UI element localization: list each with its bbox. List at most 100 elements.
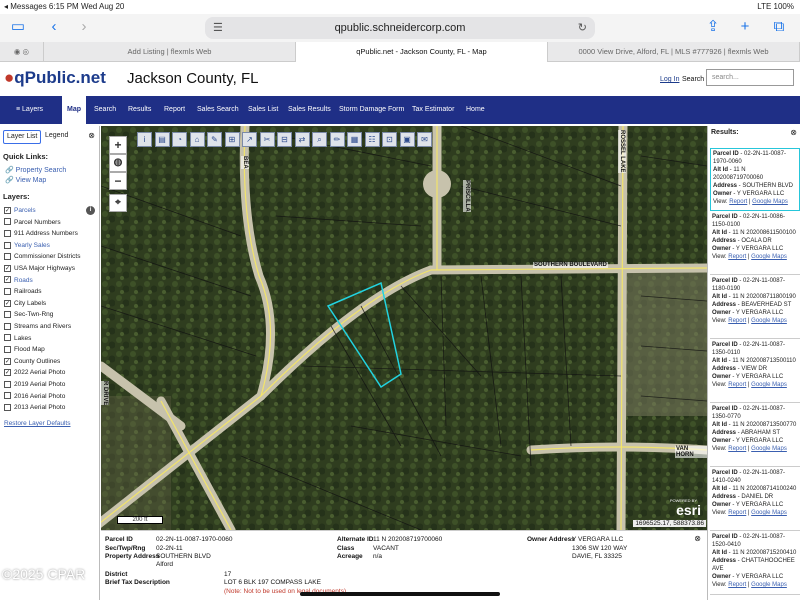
checkbox-unchecked[interactable]	[4, 287, 11, 295]
layer-item[interactable]: ✓ 2022 Aerial Photo	[4, 368, 65, 379]
tab-flexmls[interactable]: 0000 View Drive, Alford, FL | MLS #77792…	[548, 42, 800, 62]
restore-defaults-link[interactable]: Restore Layer Defaults	[4, 420, 70, 427]
layer-item[interactable]: Yearly Sales	[4, 241, 50, 252]
new-tab-icon[interactable]: +	[735, 18, 755, 36]
tab-qpublic[interactable]: qPublic.net - Jackson County, FL - Map	[296, 42, 548, 62]
checkbox-checked[interactable]: ✓	[4, 369, 11, 377]
checkbox-unchecked[interactable]	[4, 322, 11, 330]
layer-item[interactable]: Lakes	[4, 334, 31, 345]
select-icon[interactable]: ⊟	[277, 132, 292, 147]
checkbox-checked[interactable]: ✓	[4, 276, 11, 284]
close-icon[interactable]: ⊗	[790, 128, 797, 137]
sidebar-icon[interactable]: ▭	[8, 18, 28, 36]
google-maps-link[interactable]: Google Maps	[751, 510, 787, 516]
result-card[interactable]: Parcel ID - 02-2N-11-0087-1180-0190 Alt I…	[710, 276, 800, 339]
tab-legend[interactable]: Legend	[42, 130, 71, 144]
layer-item[interactable]: ✓ Roads	[4, 276, 33, 287]
nav-sales-list[interactable]: Sales List	[248, 96, 278, 124]
share-icon[interactable]: ⇪	[703, 18, 723, 36]
google-maps-link[interactable]: Google Maps	[751, 254, 787, 260]
layer-item[interactable]: ✓ County Outlines	[4, 357, 60, 368]
address-bar[interactable]: ☰ qpublic.schneidercorp.com ↻	[205, 17, 595, 39]
aerial-map[interactable]	[101, 126, 707, 530]
login-link[interactable]: Log In	[660, 76, 679, 83]
result-card[interactable]: Parcel ID - 02-2N-11-0087-1970-0060 Alt I…	[710, 148, 800, 211]
buffer-icon[interactable]: ⊡	[382, 132, 397, 147]
report-link[interactable]: Report	[728, 318, 746, 324]
nav-sales-results[interactable]: Sales Results	[288, 96, 331, 124]
property-search-link[interactable]: 🔗 Property Search	[5, 166, 66, 174]
back-icon[interactable]: ‹	[44, 18, 64, 36]
nav-map[interactable]: Map	[62, 96, 86, 124]
reload-icon[interactable]: ↻	[578, 17, 587, 39]
nav-tax-estimator[interactable]: Tax Estimator	[412, 96, 454, 124]
tab-layer-list[interactable]: Layer List	[3, 130, 42, 144]
checkbox-checked[interactable]: ✓	[4, 299, 11, 307]
checkbox-unchecked[interactable]	[4, 229, 11, 237]
home-extent-icon[interactable]: ⌂	[189, 132, 205, 147]
draw-icon[interactable]: ✎	[207, 132, 222, 147]
layer-item[interactable]: Flood Map	[4, 345, 45, 356]
zoom-out-button[interactable]: −	[109, 172, 127, 190]
list-icon[interactable]: ☷	[364, 132, 380, 147]
layer-item[interactable]: Streams and Rivers	[4, 322, 71, 333]
measure-icon[interactable]: ◔	[172, 132, 187, 147]
result-card[interactable]: Parcel ID - 02-2N-11-0087-1350-0770 Alt I…	[710, 404, 800, 467]
report-link[interactable]: Report	[728, 382, 746, 388]
layer-item[interactable]: 911 Address Numbers	[4, 229, 78, 240]
google-maps-link[interactable]: Google Maps	[751, 382, 787, 388]
checkbox-unchecked[interactable]	[4, 345, 11, 353]
report-link[interactable]: Report	[729, 199, 747, 205]
google-maps-link[interactable]: Google Maps	[752, 199, 788, 205]
map-view[interactable]: SOUTHERN BOULEVARD PRISCILLA ROSSEL LAKE…	[101, 126, 707, 530]
page-menu-icon[interactable]: ☰	[213, 17, 223, 39]
edit-icon[interactable]: ✏	[329, 132, 345, 147]
forward-icon[interactable]: ›	[74, 18, 94, 36]
layer-item[interactable]: ✓ City Labels	[4, 299, 46, 310]
close-icon[interactable]: ⊗	[694, 534, 701, 543]
arrow-icon[interactable]: ↗	[242, 132, 257, 147]
layer-item[interactable]: 2019 Aerial Photo	[4, 380, 65, 391]
grid-icon[interactable]: ⊞	[224, 132, 240, 147]
result-card[interactable]: Parcel ID - 02-2N-11-0087-1520-0410 Alt I…	[710, 532, 800, 595]
print-area-icon[interactable]: ▣	[399, 132, 415, 147]
checkbox-unchecked[interactable]	[4, 218, 11, 226]
google-maps-link[interactable]: Google Maps	[751, 446, 787, 452]
result-card[interactable]: Parcel ID - 02-2N-11-0087-1410-0240 Alt I…	[710, 468, 800, 531]
nav-search[interactable]: Search	[94, 96, 116, 124]
report-link[interactable]: Report	[728, 510, 746, 516]
layer-item[interactable]: 2013 Aerial Photo	[4, 403, 65, 414]
nav-storm-damage-form[interactable]: Storm Damage Form	[339, 96, 404, 124]
identify-icon[interactable]: i	[137, 132, 152, 147]
checkbox-checked[interactable]: ✓	[4, 264, 11, 272]
layer-item[interactable]: ✓ Parcels	[4, 206, 36, 217]
checkbox-unchecked[interactable]	[4, 380, 11, 388]
report-link[interactable]: Report	[728, 446, 746, 452]
google-maps-link[interactable]: Google Maps	[751, 318, 787, 324]
layer-item[interactable]: Commissioner Districts	[4, 252, 80, 263]
layer-item[interactable]: 2016 Aerial Photo	[4, 392, 65, 403]
info-icon[interactable]: i	[86, 206, 95, 215]
email-icon[interactable]: ✉	[417, 132, 432, 147]
checkbox-unchecked[interactable]	[4, 392, 11, 400]
swap-icon[interactable]: ⇄	[294, 132, 310, 147]
checkbox-checked[interactable]: ✓	[4, 206, 11, 214]
tab-add-listing[interactable]: Add Listing | flexmls Web	[44, 42, 296, 62]
zoom-box-icon[interactable]: ⌕	[312, 132, 327, 147]
checkbox-unchecked[interactable]	[4, 241, 11, 249]
search-input[interactable]: search...	[706, 69, 794, 86]
cut-icon[interactable]: ✂	[259, 132, 275, 147]
table-icon[interactable]: ▦	[347, 132, 362, 147]
tabs-overview-icon[interactable]: ⧉	[769, 18, 789, 36]
tab-pinned[interactable]: ◉ ◎	[0, 42, 44, 62]
report-link[interactable]: Report	[728, 254, 746, 260]
checkbox-unchecked[interactable]	[4, 334, 11, 342]
layer-item[interactable]: Sec-Twn-Rng	[4, 310, 53, 321]
checkbox-unchecked[interactable]	[4, 311, 11, 319]
nav-report[interactable]: Report	[164, 96, 185, 124]
nav-sales-search[interactable]: Sales Search	[197, 96, 239, 124]
layers-tool-icon[interactable]: ▤	[154, 132, 170, 147]
zoom-in-button[interactable]: +	[109, 136, 127, 154]
checkbox-unchecked[interactable]	[4, 253, 11, 261]
checkbox-unchecked[interactable]	[4, 403, 11, 411]
